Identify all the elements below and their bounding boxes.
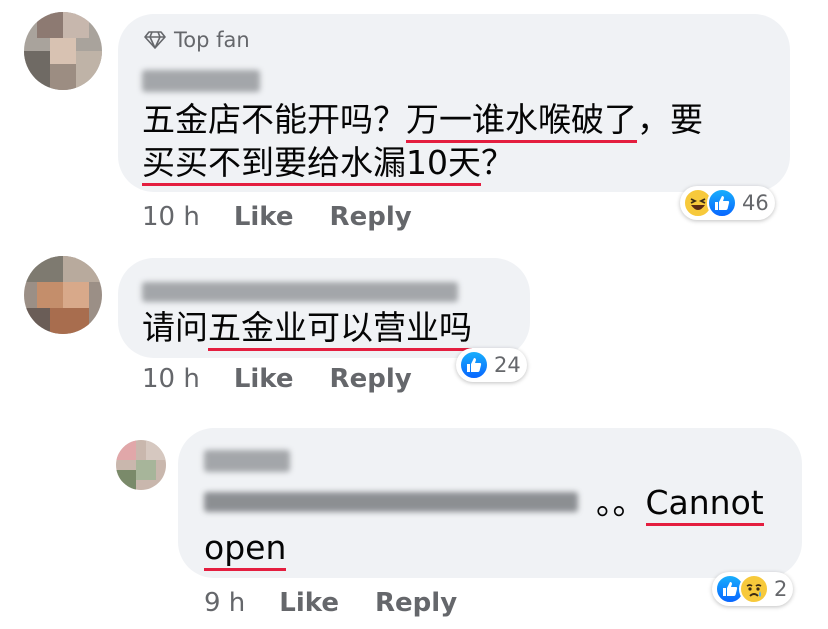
reply-button[interactable]: Reply <box>375 588 457 618</box>
like-button[interactable]: Like <box>234 202 294 232</box>
timestamp[interactable]: 9 h <box>204 588 245 618</box>
sad-reaction-icon <box>739 574 769 604</box>
timestamp[interactable]: 10 h <box>142 202 200 232</box>
commenter-name-blurred[interactable] <box>204 450 290 472</box>
reaction-summary[interactable]: 46 <box>680 186 775 220</box>
commenter-avatar[interactable] <box>24 256 102 334</box>
comment-actions: 10 h Like Reply <box>142 364 448 394</box>
like-button[interactable]: Like <box>279 588 339 618</box>
commenter-name-blurred[interactable] <box>142 282 458 302</box>
comment-text-line-2: 买买不到要给水漏10天？ <box>142 140 514 186</box>
comment-text: 请问五金业可以营业吗 <box>142 305 472 351</box>
comment-text-line-1: 五金店不能开吗？万一谁水喉破了，要 <box>142 97 703 143</box>
like-reaction-icon <box>459 350 489 380</box>
like-reaction-icon <box>707 188 737 218</box>
reaction-count: 46 <box>742 191 769 215</box>
reply-text-line-1: 。。Cannot <box>596 480 764 526</box>
reaction-count: 2 <box>774 577 788 601</box>
reply-button[interactable]: Reply <box>330 364 412 394</box>
commenter-avatar[interactable] <box>24 12 102 90</box>
timestamp[interactable]: 10 h <box>142 364 200 394</box>
like-button[interactable]: Like <box>234 364 294 394</box>
badge-label: Top fan <box>174 28 250 52</box>
mentioned-user-blurred[interactable] <box>204 492 578 512</box>
diamond-icon <box>144 31 166 49</box>
reply-button[interactable]: Reply <box>330 202 412 232</box>
comment-actions: 10 h Like Reply <box>142 202 448 232</box>
reaction-summary[interactable]: 24 <box>456 348 527 382</box>
reply-actions: 9 h Like Reply <box>204 588 493 618</box>
reaction-summary[interactable]: 2 <box>712 572 794 606</box>
commenter-name-blurred[interactable] <box>142 70 260 92</box>
top-fan-badge: Top fan <box>144 28 250 52</box>
commenter-avatar[interactable] <box>116 440 166 490</box>
reply-text-line-2: open <box>204 525 287 571</box>
reaction-count: 24 <box>494 353 521 377</box>
